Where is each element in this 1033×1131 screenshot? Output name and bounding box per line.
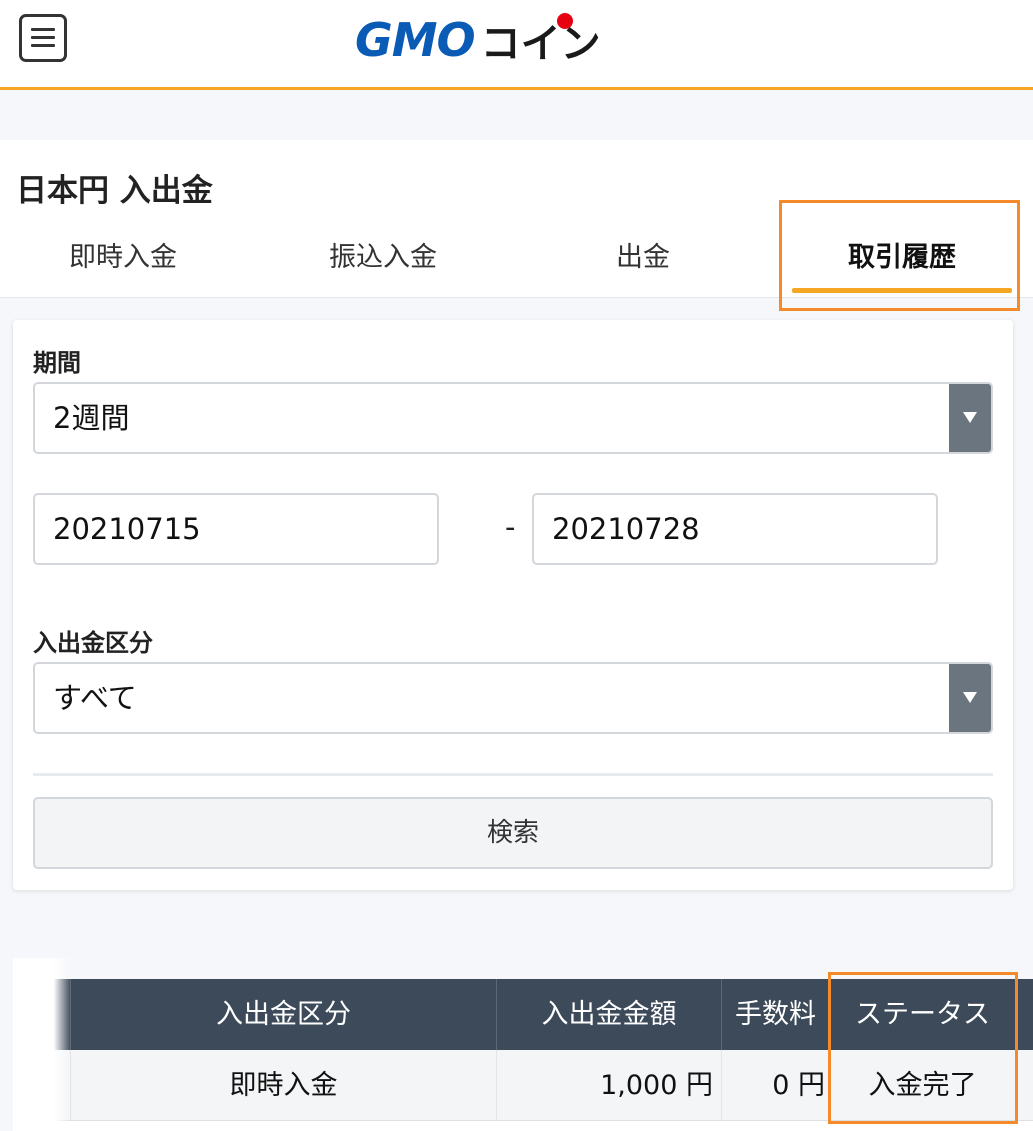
cell-fee: 0 円 [721,1050,829,1121]
top-bar: GMO コイン [0,0,1033,90]
date-range-separator: - [505,510,516,544]
tab-highlight-box [779,200,1020,311]
tab-bank-transfer-deposit[interactable]: 振込入金 [278,226,488,298]
period-select[interactable]: 2週間 [33,382,993,454]
chevron-down-icon [949,384,991,452]
col-header-amount: 入出金金額 [496,979,721,1050]
col-header-type: 入出金区分 [70,979,496,1050]
transaction-type-select[interactable]: すべて [33,662,993,734]
transaction-type-value: すべて [53,681,137,715]
transaction-type-label: 入出金区分 [33,629,153,657]
form-divider [33,773,993,776]
status-highlight-box [828,972,1018,1124]
gmo-coin-logo[interactable]: GMO コイン [355,12,601,68]
period-label: 期間 [33,349,81,377]
filter-card: 期間 2週間 20210715 - 20210728 入出金区分 すべて 検索 [13,320,1013,890]
cell-type: 即時入金 [70,1050,496,1121]
scroll-fade-overlay [13,958,71,1131]
period-select-value: 2週間 [53,401,130,435]
chevron-down-icon [949,664,991,732]
tab-withdrawal[interactable]: 出金 [538,226,748,298]
col-header-fee: 手数料 [721,979,829,1050]
logo-gmo-text: GMO [355,13,476,67]
date-to-input[interactable]: 20210728 [532,493,938,565]
cell-amount: 1,000 円 [496,1050,721,1121]
page-title: 日本円 入出金 [16,173,213,209]
hamburger-menu-icon[interactable] [19,14,67,62]
logo-coin-text: コイン [481,11,601,69]
logo-dot-icon [556,13,573,29]
search-button[interactable]: 検索 [33,797,993,869]
tab-instant-deposit[interactable]: 即時入金 [18,226,228,298]
date-from-input[interactable]: 20210715 [33,493,439,565]
